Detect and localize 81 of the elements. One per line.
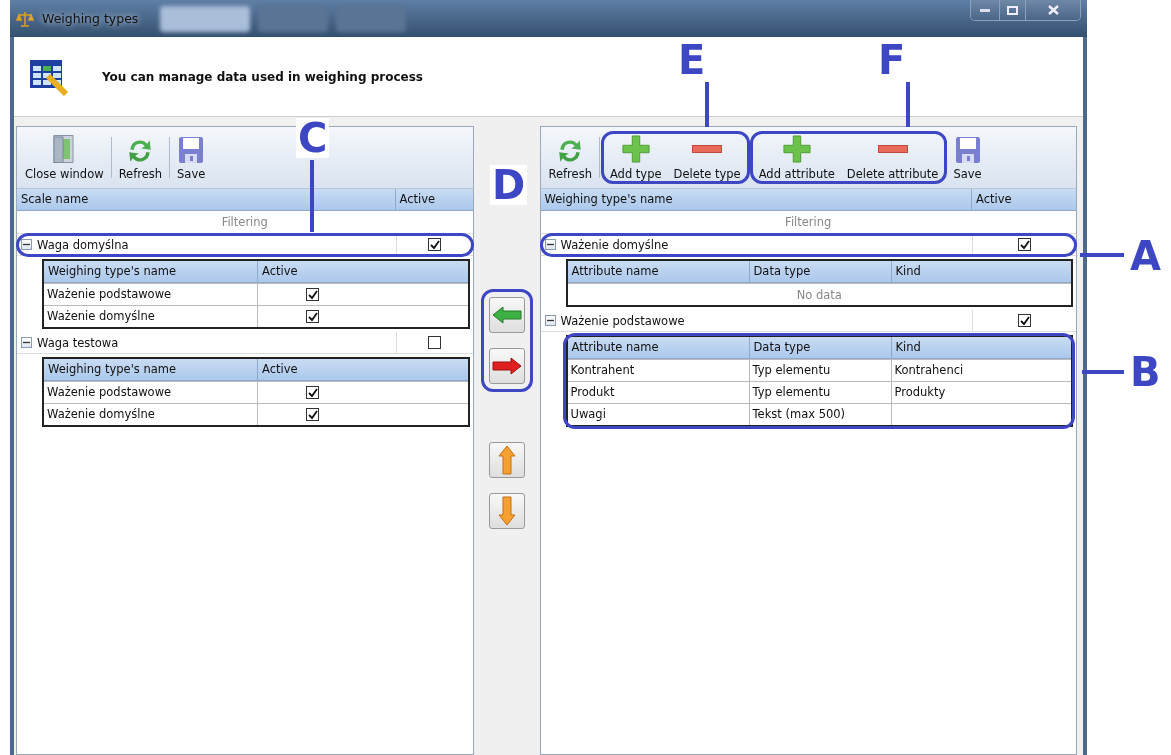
minus-icon bbox=[692, 145, 723, 153]
checkbox[interactable] bbox=[1018, 238, 1031, 251]
column-header[interactable]: Attribute name bbox=[567, 337, 750, 358]
checkbox[interactable] bbox=[1018, 314, 1031, 327]
toolbar-button[interactable]: Add attribute bbox=[752, 131, 841, 184]
column-header[interactable]: Data type bbox=[749, 337, 892, 358]
toolbar-button[interactable]: Add type bbox=[603, 131, 668, 184]
toolbar-button[interactable]: Delete type bbox=[667, 131, 747, 184]
table-cell-text: Produkty bbox=[893, 384, 947, 401]
maximize-icon bbox=[1007, 5, 1018, 15]
close-button[interactable] bbox=[1025, 0, 1080, 20]
table-cell: Produkt bbox=[567, 382, 750, 403]
toolbar-button[interactable]: Close window bbox=[19, 131, 110, 184]
up-arrow-icon bbox=[497, 445, 516, 475]
column-header[interactable]: Active bbox=[395, 189, 473, 210]
checkbox[interactable] bbox=[428, 336, 442, 349]
checkbox[interactable] bbox=[306, 386, 320, 399]
callout-letter: C bbox=[296, 118, 330, 158]
filter-row[interactable]: Filtering bbox=[540, 211, 1076, 234]
collapse-icon[interactable] bbox=[544, 239, 556, 250]
table-cell-text: Kontrahenci bbox=[893, 362, 965, 379]
table-cell: Typ elementu bbox=[749, 382, 892, 403]
left-arrow-icon bbox=[491, 306, 522, 324]
column-header[interactable]: Kind bbox=[891, 337, 1071, 358]
checkbox[interactable] bbox=[428, 238, 442, 251]
move-button[interactable] bbox=[488, 493, 525, 529]
save-icon bbox=[179, 137, 204, 163]
scale-name: Waga testowa bbox=[37, 335, 119, 350]
table-edit-icon bbox=[30, 57, 70, 96]
column-header[interactable]: Weighing type's name bbox=[44, 359, 258, 380]
door-icon bbox=[53, 135, 76, 163]
checkbox[interactable] bbox=[306, 288, 320, 301]
move-button[interactable] bbox=[488, 348, 525, 384]
move-button[interactable] bbox=[488, 442, 525, 478]
toolbar-button[interactable]: Save bbox=[171, 131, 212, 184]
minimize-button[interactable] bbox=[971, 0, 999, 20]
callout-letter: D bbox=[490, 165, 528, 205]
plus-icon bbox=[621, 135, 650, 163]
column-header[interactable]: Kind bbox=[891, 261, 1071, 282]
column-header[interactable]: Active bbox=[258, 359, 468, 380]
collapse-icon[interactable] bbox=[544, 315, 556, 326]
refresh-icon bbox=[558, 139, 583, 163]
toolbar-button[interactable]: Refresh bbox=[542, 131, 598, 184]
maximize-button[interactable] bbox=[999, 0, 1025, 20]
table-cell: Ważenie domyślne bbox=[44, 306, 258, 327]
checkbox[interactable] bbox=[306, 408, 320, 421]
close-icon bbox=[1047, 5, 1059, 15]
toolbar-button[interactable]: Refresh bbox=[112, 131, 169, 184]
table-cell: Typ elementu bbox=[749, 360, 892, 381]
table-cell: Tekst (max 500) bbox=[749, 404, 892, 425]
column-header[interactable]: Attribute name bbox=[567, 261, 750, 282]
save-icon bbox=[955, 137, 980, 163]
column-header[interactable]: Active bbox=[258, 261, 468, 282]
window-title: Weighing types bbox=[42, 11, 139, 26]
checkbox[interactable] bbox=[306, 310, 320, 323]
empty-message: No data bbox=[567, 283, 1071, 305]
table-cell: Uwagi bbox=[567, 404, 750, 425]
toolbar-button[interactable]: Delete attribute bbox=[840, 131, 945, 184]
down-arrow-icon bbox=[497, 496, 516, 526]
weighing-type-name: Ważenie domyślne bbox=[560, 237, 669, 252]
collapse-icon[interactable] bbox=[21, 239, 32, 250]
right-arrow-icon bbox=[491, 357, 522, 375]
move-button[interactable] bbox=[488, 297, 525, 333]
table-cell: Kontrahent bbox=[567, 360, 750, 381]
plus-icon bbox=[782, 135, 811, 163]
minimize-icon bbox=[980, 8, 990, 12]
table-cell: Ważenie domyślne bbox=[44, 404, 258, 425]
weighing-type-name: Ważenie podstawowe bbox=[560, 313, 685, 328]
scale-name: Waga domyślna bbox=[37, 237, 129, 252]
table-cell: Ważenie podstawowe bbox=[44, 284, 258, 305]
table-cell: Ważenie podstawowe bbox=[44, 382, 258, 403]
column-header[interactable]: Data type bbox=[749, 261, 892, 282]
minus-icon bbox=[877, 145, 908, 153]
collapse-icon[interactable] bbox=[21, 337, 32, 348]
column-header[interactable]: Weighing type's name bbox=[540, 189, 972, 210]
scales-icon bbox=[16, 10, 34, 27]
refresh-icon bbox=[128, 139, 153, 163]
column-header[interactable]: Active bbox=[972, 189, 1076, 210]
toolbar-button[interactable]: Save bbox=[947, 131, 988, 184]
column-header[interactable]: Weighing type's name bbox=[44, 261, 258, 282]
header-text: You can manage data used in weighing process bbox=[102, 69, 423, 84]
